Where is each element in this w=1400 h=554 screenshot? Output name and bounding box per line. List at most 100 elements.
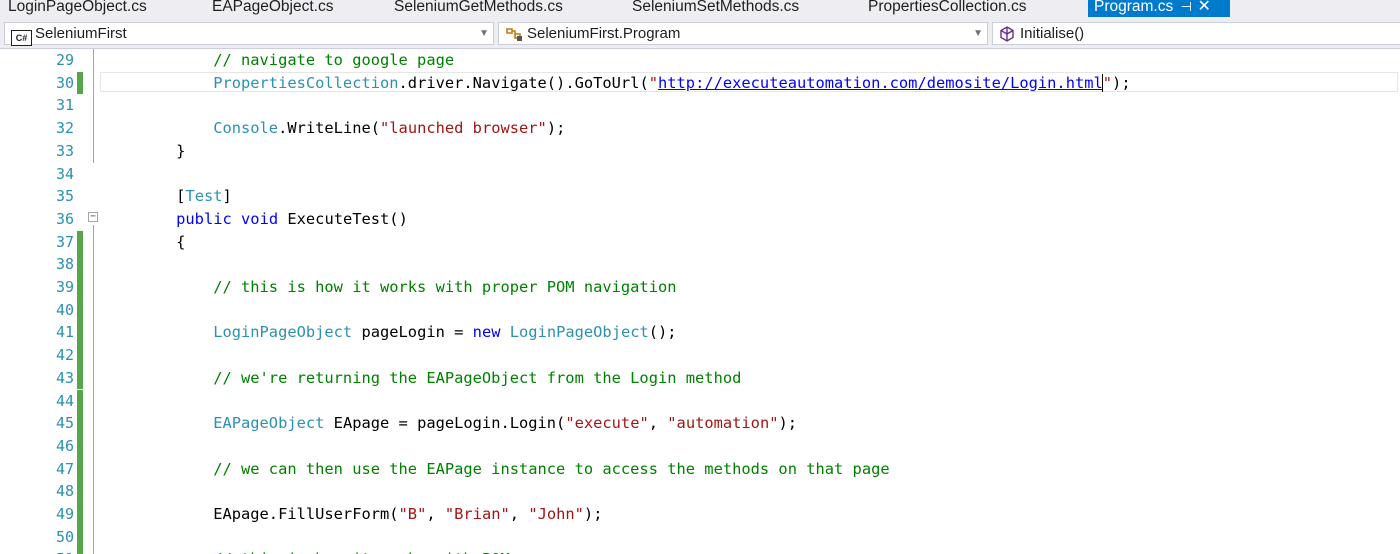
change-indicator [77,434,83,458]
tab-program[interactable]: Program.cs ⊣ ✕ [1088,0,1230,17]
code-line[interactable]: 45 EAPageObject EApage = pageLogin.Login… [0,412,1400,435]
code-token: // we're returning the EAPageObject from… [213,368,742,387]
code-line[interactable]: 37 { [0,230,1400,254]
line-number: 29 [55,51,74,69]
change-indicator [77,548,83,554]
code-token: ); [778,414,798,433]
code-line[interactable]: 51 // this is how it works with POM [0,548,1400,554]
code-line[interactable]: 47 // we can then use the EAPage instanc… [0,457,1400,481]
change-indicator [77,321,83,345]
code-line[interactable]: 43 // we're returning the EAPageObject f… [0,366,1400,390]
code-token: " [1102,73,1113,92]
tab-seleniumsetmethods[interactable]: SeleniumSetMethods.cs [626,0,805,17]
line-number: 50 [55,527,74,546]
code-token: ] [222,187,232,206]
code-text: [Test] [102,185,232,208]
class-dropdown[interactable]: SeleniumFirst.Program ▼ [498,22,988,45]
collapse-icon[interactable]: − [88,211,98,222]
code-token: { [176,232,186,251]
code-token: EApage = pageLogin.Login( [324,414,566,433]
code-line[interactable]: 30 PropertiesCollection.driver.Navigate(… [0,71,1400,95]
code-line[interactable]: 34 [0,163,1400,186]
code-token: pageLogin = [352,323,473,342]
tab-propertiescollection[interactable]: PropertiesCollection.cs [862,0,1033,17]
code-token: (); [648,323,677,342]
project-dropdown[interactable]: C# SeleniumFirst ▼ [4,22,494,47]
code-line[interactable]: 48 [0,480,1400,503]
code-text: PropertiesCollection.driver.Navigate().G… [102,72,1131,95]
code-editor[interactable]: 29 // navigate to google page 30 Properti… [0,49,1400,554]
line-number: 31 [55,96,74,115]
code-text: EApage.FillUserForm("B", "Brian", "John"… [102,503,602,526]
code-token: "launched browser" [380,119,547,138]
tab-eapageobject[interactable]: EAPageObject.cs [206,0,339,17]
code-text: // this is how it works with proper POM … [102,276,677,299]
code-token: , [648,414,668,433]
code-token[interactable]: http://executeautomation.com/demosite/Lo… [658,74,1103,92]
code-line[interactable]: 31 [0,94,1400,117]
change-indicator [77,366,83,390]
line-number: 46 [55,436,74,455]
member-dropdown[interactable]: Initialise() [992,22,1400,45]
code-line[interactable]: 33 } [0,140,1400,163]
code-token: // this is how it works with proper POM … [213,278,677,296]
code-token: EApage.FillUserForm( [213,505,399,523]
pin-icon[interactable]: ⊣ [1179,0,1193,17]
code-line[interactable]: 40 [0,298,1400,322]
code-line[interactable]: 50 [0,525,1400,549]
code-token: public [176,209,232,228]
code-line[interactable]: 35 [Test] [0,185,1400,208]
change-indicator [77,344,83,367]
code-token: LoginPageObject [213,323,353,342]
code-token: ExecuteTest() [278,209,408,228]
code-token: "B" [398,505,427,523]
change-indicator [77,253,83,276]
close-icon[interactable]: ✕ [1197,0,1211,17]
code-line[interactable]: 36 − public void ExecuteTest() [0,208,1400,231]
code-token: ); [546,119,566,138]
line-number: 32 [55,119,74,138]
line-number: 42 [55,346,74,365]
tab-seleniumgetmethods[interactable]: SeleniumGetMethods.cs [388,0,569,17]
code-line[interactable]: 32 Console.WriteLine("launched browser")… [0,117,1400,140]
code-line[interactable]: 29 // navigate to google page [0,49,1400,72]
line-number: 41 [55,323,74,342]
code-line[interactable]: 38 [0,253,1400,276]
change-indicator [77,480,83,503]
class-icon [505,26,525,48]
csharp-project-icon: C# [11,26,32,47]
method-icon [999,26,1015,48]
code-token: // we can then use the EAPage instance t… [213,459,890,478]
chevron-down-icon: ▼ [479,28,489,39]
code-line[interactable]: 42 [0,344,1400,367]
code-line[interactable]: 39 // this is how it works with proper P… [0,276,1400,299]
line-number: 48 [55,482,74,501]
code-line[interactable]: 44 [0,389,1400,413]
code-token: "John" [528,505,584,523]
code-line[interactable]: 49 EApage.FillUserForm("B", "Brian", "Jo… [0,503,1400,526]
line-number: 30 [55,73,74,92]
line-number: 40 [55,300,74,319]
code-text: { [102,231,185,254]
change-indicator [77,298,83,322]
code-token: Test [185,187,223,206]
line-number: 51 [20,548,74,554]
chevron-down-icon: ▼ [973,28,983,39]
code-token: LoginPageObject [509,323,649,342]
tab-loginpageobject[interactable]: LoginPageObject.cs [2,0,153,17]
code-line[interactable]: 41 LoginPageObject pageLogin = new Login… [0,321,1400,345]
code-line[interactable]: 46 [0,434,1400,458]
code-token: // this is how it works with POM [213,550,510,554]
